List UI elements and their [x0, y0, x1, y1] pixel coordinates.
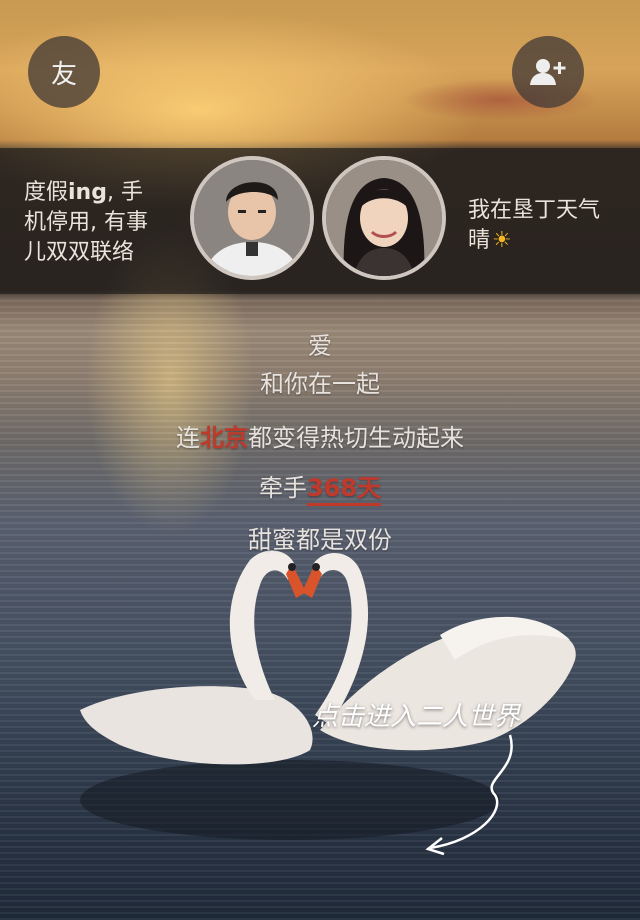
message-line-4: 牵手368天 — [0, 468, 640, 506]
message-line-4-prefix: 牵手 — [258, 474, 307, 502]
left-status-prefix: 度假 — [24, 180, 69, 205]
curved-arrow-icon — [425, 734, 513, 856]
right-status-line2: 晴☀ — [468, 226, 636, 256]
right-status-text: 我在垦丁天气 晴☀ — [468, 196, 636, 256]
sunset-cloud — [360, 60, 640, 140]
message-line-5: 甜蜜都是双份 — [248, 526, 392, 554]
left-status-text: 度假ing, 手 机停用, 有事 儿双双联络 — [24, 178, 174, 268]
friends-button-label: 友 — [50, 59, 77, 90]
message-line-1: 爱 — [308, 332, 332, 360]
add-user-icon — [530, 59, 566, 85]
message-line-3: 连北京都变得热切生动起来 — [0, 418, 640, 453]
left-status-line1: 度假ing, 手 — [24, 178, 174, 208]
sun-icon: ☀ — [492, 228, 512, 253]
message-line-3-suffix: 都变得热切生动起来 — [248, 424, 464, 452]
enter-couple-world-link[interactable]: 点击进入二人世界 — [312, 696, 520, 733]
male-portrait — [194, 160, 310, 276]
message-line-2: 和你在一起 — [260, 370, 380, 398]
avatar-right[interactable] — [322, 156, 446, 280]
left-status-suffix: , 手 — [106, 180, 143, 205]
days-highlight: 368天 — [306, 474, 382, 506]
avatar-left[interactable] — [190, 156, 314, 280]
right-status-weather: 晴 — [468, 228, 491, 253]
right-status-line1: 我在垦丁天气 — [468, 198, 601, 223]
message-line-3-prefix: 连 — [176, 424, 200, 452]
female-portrait — [326, 160, 442, 276]
left-status-line2: 机停用, 有事 — [24, 210, 148, 235]
friends-button[interactable]: 友 — [28, 36, 100, 108]
left-status-line3: 儿双双联络 — [24, 240, 135, 265]
add-friend-button[interactable] — [512, 36, 584, 108]
left-status-bold: ing — [68, 180, 107, 205]
city-highlight: 北京 — [200, 424, 248, 452]
